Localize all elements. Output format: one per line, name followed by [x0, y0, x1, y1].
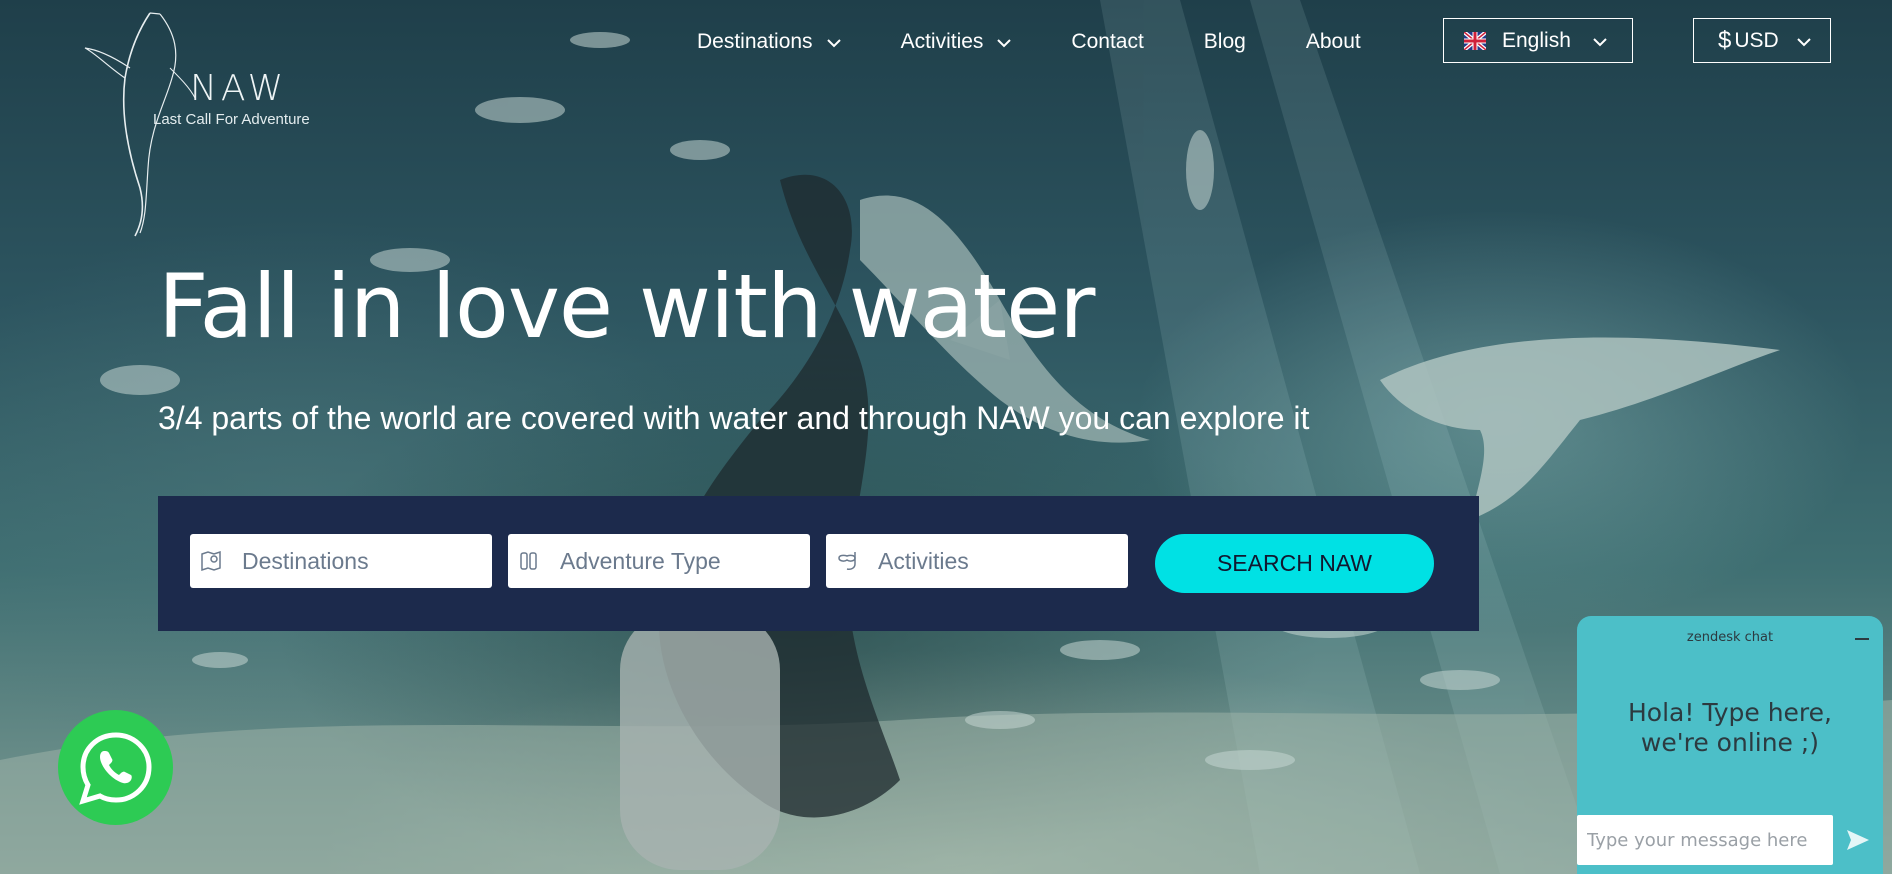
minimize-icon[interactable]: [1855, 638, 1869, 640]
chat-header: zendesk chat: [1686, 630, 1774, 645]
activities-placeholder: Activities: [878, 547, 969, 574]
chevron-down-icon: [1593, 37, 1607, 51]
destinations-field[interactable]: Destinations: [190, 534, 492, 588]
currency-selector[interactable]: $ USD: [1693, 18, 1831, 63]
currency-symbol: $: [1718, 26, 1732, 54]
nav-about[interactable]: About: [1306, 30, 1361, 54]
chat-greeting-line2: we're online ;): [1640, 728, 1820, 757]
send-icon[interactable]: [1845, 828, 1871, 852]
logo[interactable]: NAW Last Call For Adventure: [80, 8, 350, 238]
nav-activities-label: Activities: [900, 30, 984, 53]
chat-greeting: Hola! Type here, we're online ;): [1577, 698, 1883, 758]
currency-label: USD: [1734, 28, 1779, 52]
brand-name: NAW: [190, 68, 288, 109]
destinations-placeholder: Destinations: [242, 547, 369, 574]
main-nav: Destinations Activities Contact Blog Abo…: [697, 24, 1361, 60]
nav-destinations-label: Destinations: [697, 30, 813, 53]
search-button[interactable]: SEARCH NAW: [1155, 534, 1434, 593]
chevron-down-icon: [826, 38, 841, 52]
chevron-down-icon: [1796, 37, 1811, 51]
language-label: English: [1502, 28, 1571, 52]
chat-greeting-line1: Hola! Type here,: [1628, 698, 1832, 727]
activities-field[interactable]: Activities: [826, 534, 1128, 588]
chat-message-input[interactable]: [1577, 815, 1833, 865]
adventure-type-field[interactable]: Adventure Type: [508, 534, 810, 588]
hero-subtitle: 3/4 parts of the world are covered with …: [158, 400, 1310, 436]
whatsapp-button[interactable]: [58, 710, 173, 825]
adventure-type-placeholder: Adventure Type: [560, 547, 721, 574]
language-selector[interactable]: English: [1443, 18, 1633, 63]
brand-tagline: Last Call For Adventure: [153, 111, 310, 128]
uk-flag-icon: [1462, 29, 1488, 52]
equipment-icon: [520, 552, 537, 570]
hero-title: Fall in love with water: [158, 255, 1095, 358]
nav-contact[interactable]: Contact: [1071, 30, 1143, 54]
nav-destinations[interactable]: Destinations: [697, 30, 841, 54]
nav-blog[interactable]: Blog: [1204, 30, 1246, 54]
nav-activities[interactable]: Activities: [901, 30, 1012, 54]
whatsapp-icon: [78, 731, 152, 805]
search-panel: Destinations Adventure Type Activities S…: [158, 496, 1479, 631]
snorkel-icon: [838, 552, 856, 570]
chevron-down-icon: [997, 38, 1012, 52]
map-pin-icon: [201, 550, 221, 572]
